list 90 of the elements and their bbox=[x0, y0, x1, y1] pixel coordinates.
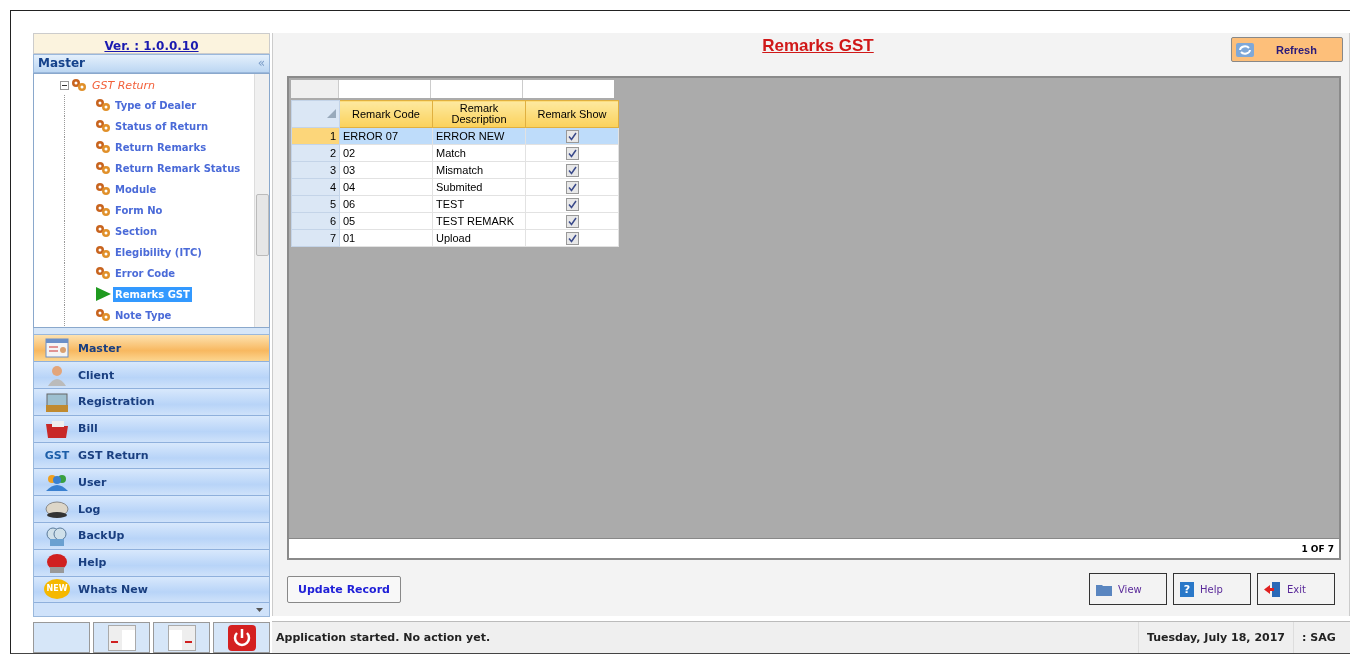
table-cell: 04 bbox=[339, 178, 433, 196]
page-title: Remarks GST bbox=[762, 36, 874, 56]
exit-button[interactable]: Exit bbox=[1257, 573, 1335, 605]
corner-triangle-icon bbox=[327, 109, 336, 118]
scroll-down-icon[interactable] bbox=[256, 607, 263, 612]
form-icon bbox=[44, 337, 70, 360]
gst-icon: GST bbox=[44, 448, 70, 462]
table-cell: Submited bbox=[432, 178, 526, 196]
record-count: 1 OF 7 bbox=[1301, 543, 1334, 554]
gears-icon bbox=[95, 182, 111, 197]
table-cell: 05 bbox=[339, 212, 433, 230]
tree-item[interactable]: Module bbox=[113, 181, 159, 197]
disk-icon bbox=[44, 498, 70, 521]
gears-icon bbox=[95, 161, 111, 176]
gears-icon bbox=[95, 266, 111, 281]
nav-item[interactable]: User bbox=[34, 469, 269, 497]
checkbox[interactable] bbox=[565, 180, 579, 194]
arrow-icon bbox=[95, 287, 111, 302]
filter-corner-cell bbox=[291, 80, 338, 98]
tree-item[interactable]: Return Remarks bbox=[113, 139, 209, 155]
nav-item[interactable]: Client bbox=[34, 362, 269, 389]
checkbox[interactable] bbox=[565, 146, 579, 160]
table-cell: 03 bbox=[339, 161, 433, 179]
nav-item[interactable]: BackUp bbox=[34, 522, 269, 550]
toolbar-button[interactable] bbox=[93, 622, 150, 653]
checkbox[interactable] bbox=[565, 214, 579, 228]
status-user: : SAG bbox=[1293, 622, 1350, 653]
filter-field[interactable] bbox=[430, 80, 522, 98]
table-cell: TEST bbox=[432, 195, 526, 213]
help-button[interactable]: ? Help bbox=[1173, 573, 1251, 605]
table-cell: Upload bbox=[432, 229, 526, 247]
checkbox[interactable] bbox=[565, 231, 579, 245]
expander-icon[interactable] bbox=[60, 80, 69, 90]
status-message: Application started. No action yet. bbox=[275, 631, 492, 644]
tree-item[interactable]: Section bbox=[113, 223, 160, 239]
layout-right-icon bbox=[167, 624, 196, 651]
gears-icon bbox=[95, 203, 111, 218]
table-cell: TEST REMARK bbox=[432, 212, 526, 230]
tree-item[interactable]: Note Type bbox=[113, 307, 174, 323]
tree-item[interactable]: Form No bbox=[113, 202, 165, 218]
column-header[interactable]: Remark Description bbox=[432, 100, 526, 128]
status-date: Tuesday, July 18, 2017 bbox=[1137, 622, 1293, 653]
tree-item[interactable]: Error Code bbox=[113, 265, 178, 281]
nav-item[interactable]: Bill bbox=[34, 415, 269, 443]
column-header[interactable]: Remark Show bbox=[525, 100, 619, 128]
table-cell: 02 bbox=[339, 144, 433, 162]
checkbox[interactable] bbox=[565, 129, 579, 143]
tree-item[interactable]: Return Remark Status bbox=[113, 160, 243, 176]
splitter-handle[interactable] bbox=[33, 328, 270, 336]
nav-item[interactable]: Log bbox=[34, 496, 269, 523]
filter-field[interactable] bbox=[338, 80, 430, 98]
folder-icon bbox=[1096, 582, 1112, 596]
version-label: Ver. : 1.0.0.10 bbox=[104, 38, 199, 53]
layout-left-icon bbox=[107, 624, 136, 651]
nav-item[interactable]: Master bbox=[34, 335, 269, 363]
power-icon bbox=[227, 624, 256, 651]
tree-item[interactable]: Elegibility (ITC) bbox=[113, 244, 204, 260]
gears-icon bbox=[95, 140, 111, 155]
update-record-button[interactable]: Update Record bbox=[287, 575, 401, 603]
gears-icon bbox=[95, 119, 111, 134]
select-all-cell[interactable] bbox=[291, 100, 340, 128]
gears-icon bbox=[71, 78, 87, 93]
gears-icon bbox=[95, 98, 111, 113]
column-header[interactable]: Remark Code bbox=[339, 100, 433, 128]
new-icon: NEW bbox=[44, 579, 70, 600]
nav-item[interactable]: NEW Whats New bbox=[34, 576, 269, 604]
refresh-button[interactable]: Refresh bbox=[1231, 37, 1343, 62]
scrollbar[interactable] bbox=[254, 73, 269, 328]
gears-icon bbox=[95, 245, 111, 260]
toolbar-button[interactable] bbox=[153, 622, 210, 653]
table-cell: 06 bbox=[339, 195, 433, 213]
filter-field[interactable] bbox=[522, 80, 614, 98]
panel-title: Master bbox=[38, 56, 85, 71]
nav-item[interactable]: GST GST Return bbox=[34, 442, 269, 470]
gears-icon bbox=[95, 224, 111, 239]
door-exit-icon bbox=[1264, 581, 1281, 597]
checkbox[interactable] bbox=[565, 163, 579, 177]
table-cell: Match bbox=[432, 144, 526, 162]
tree-item[interactable]: Type of Dealer bbox=[113, 97, 199, 113]
tree-item[interactable]: Status of Return bbox=[113, 118, 211, 134]
help-icon: ? bbox=[1180, 581, 1194, 597]
checkbox[interactable] bbox=[565, 197, 579, 211]
toolbar-button[interactable] bbox=[213, 622, 270, 653]
refresh-icon bbox=[1236, 42, 1254, 57]
table-cell: 01 bbox=[339, 229, 433, 247]
view-button[interactable]: View bbox=[1089, 573, 1167, 605]
gears-icon bbox=[95, 308, 111, 323]
nav-item[interactable]: Registration bbox=[34, 389, 269, 416]
nav-item[interactable]: Help bbox=[34, 549, 269, 577]
table-cell: Mismatch bbox=[432, 161, 526, 179]
